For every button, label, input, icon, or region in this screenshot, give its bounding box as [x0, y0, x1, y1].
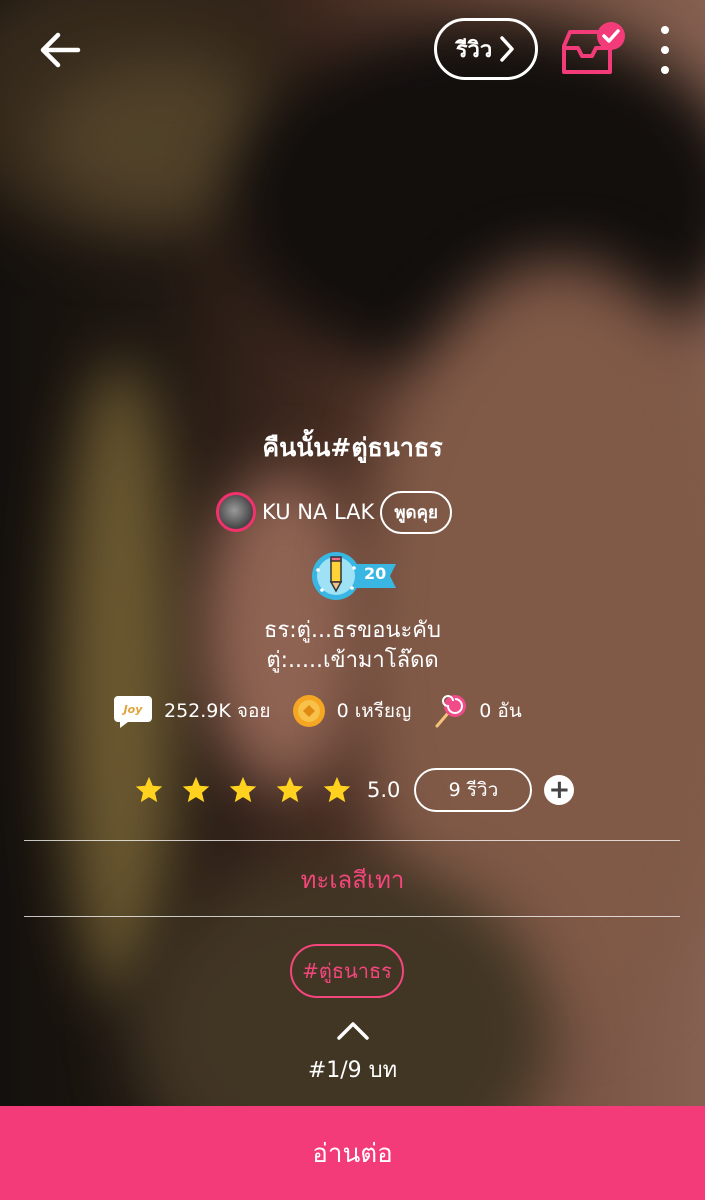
- category-link[interactable]: ทะเลสีเทา: [0, 860, 705, 899]
- story-description: ธร:ตู่...ธรขอนะคับ ตู่:.....เข้ามาโล๊ดด: [0, 616, 705, 676]
- talk-button[interactable]: พูดคุย: [380, 490, 452, 534]
- review-button[interactable]: รีวิว: [434, 18, 538, 80]
- continue-reading-button[interactable]: อ่านต่อ: [0, 1106, 705, 1200]
- description-line: ตู่:.....เข้ามาโล๊ดด: [266, 648, 439, 673]
- star-icon: [229, 776, 257, 803]
- joy-icon-text: Joy: [122, 703, 144, 716]
- coin-count: 0 เหรียญ: [336, 700, 412, 722]
- more-vertical-icon: [661, 26, 669, 34]
- writer-level-badge: 20: [310, 548, 402, 604]
- star-icon: [276, 776, 304, 803]
- writer-level: 20: [364, 564, 387, 583]
- candy-stat: 0 อัน: [431, 692, 522, 730]
- divider: [24, 916, 680, 917]
- chapter-indicator: #1/9 บท: [307, 1058, 398, 1083]
- rating-row: 5.0 9 รีวิว +: [134, 768, 575, 812]
- arrow-left-icon: [40, 32, 81, 68]
- divider: [24, 840, 680, 841]
- more-options-button[interactable]: [650, 26, 680, 74]
- coin-icon: [292, 695, 325, 727]
- reviews-button[interactable]: 9 รีวิว: [414, 768, 533, 812]
- star-icon: [135, 776, 163, 803]
- add-review-button[interactable]: +: [544, 775, 575, 805]
- rating-value: 5.0: [367, 778, 401, 802]
- back-button[interactable]: [38, 28, 82, 72]
- joy-count: 252.9K จอย: [164, 700, 271, 722]
- pencil-badge-icon: [312, 552, 396, 600]
- inbox-check-icon: [562, 22, 625, 74]
- inbox-button[interactable]: [558, 20, 630, 80]
- review-label: รีวิว: [455, 37, 493, 63]
- joy-icon: Joy: [114, 696, 152, 728]
- expand-button[interactable]: [335, 1018, 371, 1042]
- story-title: คืนนั้น#ตู่ธนาธร: [262, 433, 443, 462]
- star-icon: [182, 776, 210, 803]
- description-line: ธร:ตู่...ธรขอนะคับ: [264, 618, 441, 643]
- star-icon: [323, 776, 351, 803]
- author-row: KU NA LAK พูดคุย: [216, 490, 452, 534]
- plus-icon: +: [548, 775, 571, 805]
- candy-count: 0 อัน: [479, 700, 522, 722]
- stats-row: Joy 252.9K จอย 0 เหรียญ 0 อัน: [112, 692, 542, 730]
- candy-icon: [435, 695, 467, 728]
- tag-button[interactable]: #ตู่ธนาธร: [290, 944, 404, 998]
- coin-stat: 0 เหรียญ: [291, 693, 412, 729]
- author-avatar[interactable]: [216, 492, 256, 532]
- chevron-up-icon: [337, 1022, 369, 1040]
- author-name[interactable]: KU NA LAK: [262, 500, 374, 524]
- chevron-right-icon: [500, 36, 515, 62]
- joy-stat: Joy 252.9K จอย: [112, 692, 271, 730]
